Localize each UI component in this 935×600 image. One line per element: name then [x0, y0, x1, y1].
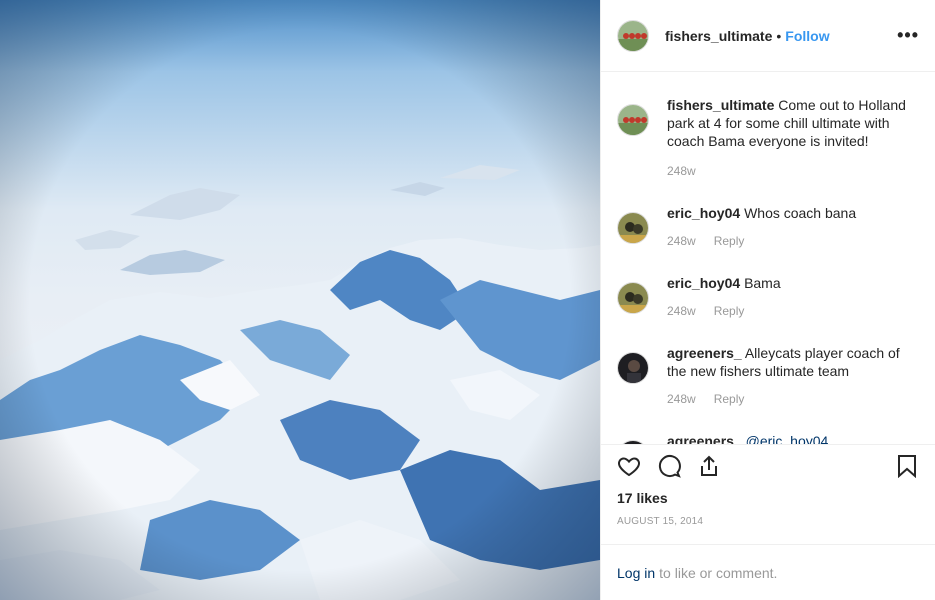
comment-time[interactable]: 248w: [667, 302, 696, 320]
bookmark-icon[interactable]: [891, 450, 923, 482]
comment-icon[interactable]: [653, 450, 685, 482]
more-icon[interactable]: •••: [897, 25, 919, 46]
caption: fishers_ultimate Come out to Holland par…: [617, 88, 919, 180]
login-prompt: Log in to like or comment.: [601, 544, 935, 600]
comment-text: Bama: [744, 275, 781, 291]
post-photo[interactable]: [0, 0, 600, 600]
reply-button[interactable]: Reply: [714, 232, 745, 250]
comment-username[interactable]: eric_hoy04: [667, 275, 740, 291]
comment-mention-link[interactable]: @eric_hoy04: [746, 433, 829, 444]
likes-count[interactable]: 17 likes: [601, 486, 935, 510]
post-sidebar: fishers_ultimate • Follow ••• fishers_ul…: [600, 0, 935, 600]
comment-time[interactable]: 248w: [667, 232, 696, 250]
avatar[interactable]: [617, 212, 649, 244]
post-header: fishers_ultimate • Follow •••: [601, 0, 935, 72]
share-icon[interactable]: [693, 450, 725, 482]
reply-button[interactable]: Reply: [714, 302, 745, 320]
comment-item: eric_hoy04 Bama 248w Reply: [617, 266, 919, 320]
comment-time[interactable]: 248w: [667, 390, 696, 408]
login-link[interactable]: Log in: [617, 565, 655, 581]
follow-button[interactable]: Follow: [785, 28, 829, 44]
comment-item: agreeners_ @eric_hoy04: [617, 424, 919, 444]
comment-item: eric_hoy04 Whos coach bana 248w Reply: [617, 196, 919, 250]
comment-username[interactable]: agreeners_: [667, 345, 742, 361]
comment-time[interactable]: 248w: [667, 162, 696, 180]
post-modal: fishers_ultimate • Follow ••• fishers_ul…: [0, 0, 935, 600]
comment-username[interactable]: eric_hoy04: [667, 205, 740, 221]
comment-username[interactable]: agreeners_: [667, 433, 742, 444]
separator-dot: •: [776, 27, 782, 44]
heart-icon[interactable]: [613, 450, 645, 482]
action-bar: [601, 444, 935, 486]
login-prompt-text: to like or comment.: [659, 564, 778, 581]
post-date[interactable]: AUGUST 15, 2014: [601, 510, 935, 544]
comment-text: Whos coach bana: [744, 205, 857, 221]
avatar[interactable]: [617, 352, 649, 384]
comments-list[interactable]: fishers_ultimate Come out to Holland par…: [601, 72, 935, 444]
avatar[interactable]: [617, 440, 649, 444]
mountain-photo-image: [0, 0, 600, 600]
avatar[interactable]: [617, 282, 649, 314]
comment-item: agreeners_ Alleycats player coach of the…: [617, 336, 919, 408]
comment-username[interactable]: fishers_ultimate: [667, 97, 774, 113]
header-username[interactable]: fishers_ultimate: [665, 28, 772, 44]
avatar[interactable]: [617, 104, 649, 136]
avatar[interactable]: [617, 19, 649, 52]
reply-button[interactable]: Reply: [714, 390, 745, 408]
